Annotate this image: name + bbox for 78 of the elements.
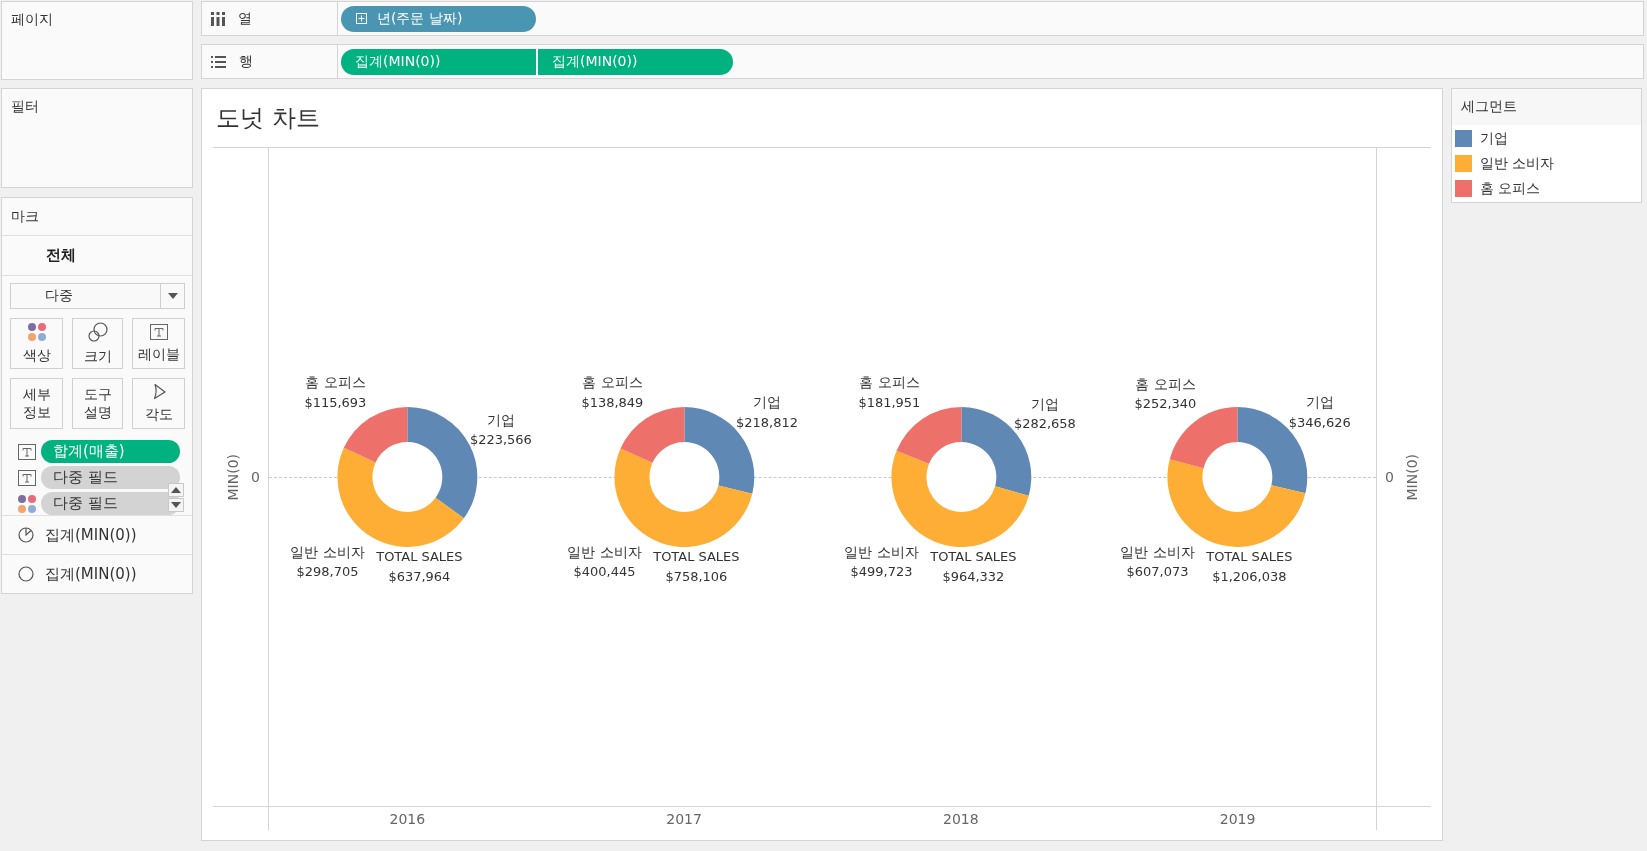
- total-label: TOTAL SALES: [929, 549, 1016, 565]
- legend-label: 홈 오피스: [1480, 179, 1541, 198]
- field-pill[interactable]: 다중 필드: [41, 466, 180, 489]
- panel-title: 필터: [11, 98, 39, 116]
- list-icon: [211, 55, 226, 68]
- color-dots-icon: [18, 494, 36, 513]
- segment-label: 홈 오피스: [1135, 375, 1196, 392]
- mark-type-dropdown[interactable]: 다중: [10, 283, 185, 309]
- segment-label: 기업: [486, 411, 515, 428]
- axis-title: MIN(0): [225, 453, 242, 501]
- segment-label: 일반 소비자: [290, 543, 365, 560]
- segment-label: 기업: [1030, 395, 1059, 412]
- pie-icon: [18, 527, 34, 543]
- caret-down-icon: [167, 293, 178, 299]
- value-label: $223,566: [469, 432, 532, 447]
- total-value-label: $758,106: [665, 569, 728, 585]
- segment-label: 일반 소비자: [843, 543, 919, 560]
- mark-layer[interactable]: 집계(MIN(0)): [2, 554, 192, 593]
- value-label: $499,723: [850, 564, 912, 580]
- value-label: $181,951: [858, 394, 920, 410]
- angle-button[interactable]: 각도: [132, 378, 185, 429]
- value-label: $400,445: [573, 564, 636, 580]
- value-label: $218,812: [735, 414, 798, 430]
- label-button[interactable]: 레이블: [132, 318, 185, 369]
- total-value-label: $1,206,038: [1212, 569, 1287, 585]
- scroll-up-button[interactable]: [168, 483, 184, 497]
- panel-title: 마크: [11, 207, 39, 226]
- circle-icon: [18, 566, 34, 582]
- color-dots-icon: [27, 322, 46, 341]
- value-label: $252,340: [1134, 396, 1197, 412]
- value-label: $115,693: [304, 394, 367, 410]
- axis-label: 2017: [666, 810, 702, 827]
- axis-title: MIN(0): [1403, 453, 1420, 501]
- segment-label: 기업: [752, 394, 781, 411]
- scroll-down-button[interactable]: [168, 498, 184, 512]
- total-label: TOTAL SALES: [376, 549, 463, 565]
- value-label: $607,073: [1126, 564, 1189, 580]
- total-label: TOTAL SALES: [653, 549, 740, 565]
- marks-tab[interactable]: 전체: [46, 246, 76, 265]
- value-label: $298,705: [296, 564, 359, 580]
- total-label: TOTAL SALES: [1206, 549, 1293, 565]
- mark-layer[interactable]: 집계(MIN(0)): [2, 515, 192, 554]
- triangle-down-icon: [171, 502, 181, 508]
- text-box-icon: [18, 443, 36, 460]
- size-button[interactable]: 크기: [72, 318, 123, 369]
- angle-icon: [151, 383, 166, 401]
- legend-label: 일반 소비자: [1480, 154, 1555, 173]
- axis-label: 2016: [389, 810, 426, 827]
- triangle-up-icon: [171, 487, 181, 493]
- segment-label: 일반 소비자: [1120, 543, 1195, 560]
- columns-icon: [211, 11, 225, 26]
- shelf-label: 열: [238, 9, 252, 28]
- value-label: $346,626: [1289, 414, 1351, 430]
- total-value-label: $637,964: [388, 569, 451, 585]
- panel-title: 페이지: [11, 11, 53, 29]
- view-title: 도넛 차트: [216, 103, 320, 134]
- shelf-label: 행: [239, 52, 253, 71]
- value-label: $282,658: [1013, 416, 1076, 431]
- total-value-label: $964,332: [941, 569, 1004, 585]
- text-box-icon: [18, 469, 36, 486]
- text-box-icon: [149, 323, 168, 340]
- axis-label: 2018: [943, 810, 979, 827]
- segment-label: 일반 소비자: [566, 543, 642, 560]
- axis-tick-label: 0: [1385, 469, 1394, 485]
- axis-label: 2019: [1219, 810, 1256, 827]
- circles-icon: [87, 321, 108, 342]
- tooltip-button[interactable]: 도구 설명: [72, 378, 123, 429]
- field-pill[interactable]: 다중 필드: [41, 492, 180, 515]
- axis-tick-label: 0: [251, 469, 260, 485]
- value-label: $138,849: [581, 394, 644, 410]
- segment-label: 홈 오피스: [581, 374, 643, 391]
- detail-button[interactable]: 세부 정보: [10, 378, 63, 429]
- segment-label: 홈 오피스: [858, 374, 920, 391]
- segment-label: 홈 오피스: [305, 374, 366, 391]
- segment-label: 기업: [1306, 394, 1334, 411]
- legend-label: 기업: [1480, 129, 1508, 148]
- legend-title: 세그먼트: [1461, 98, 1517, 116]
- color-button[interactable]: 색상: [10, 318, 63, 369]
